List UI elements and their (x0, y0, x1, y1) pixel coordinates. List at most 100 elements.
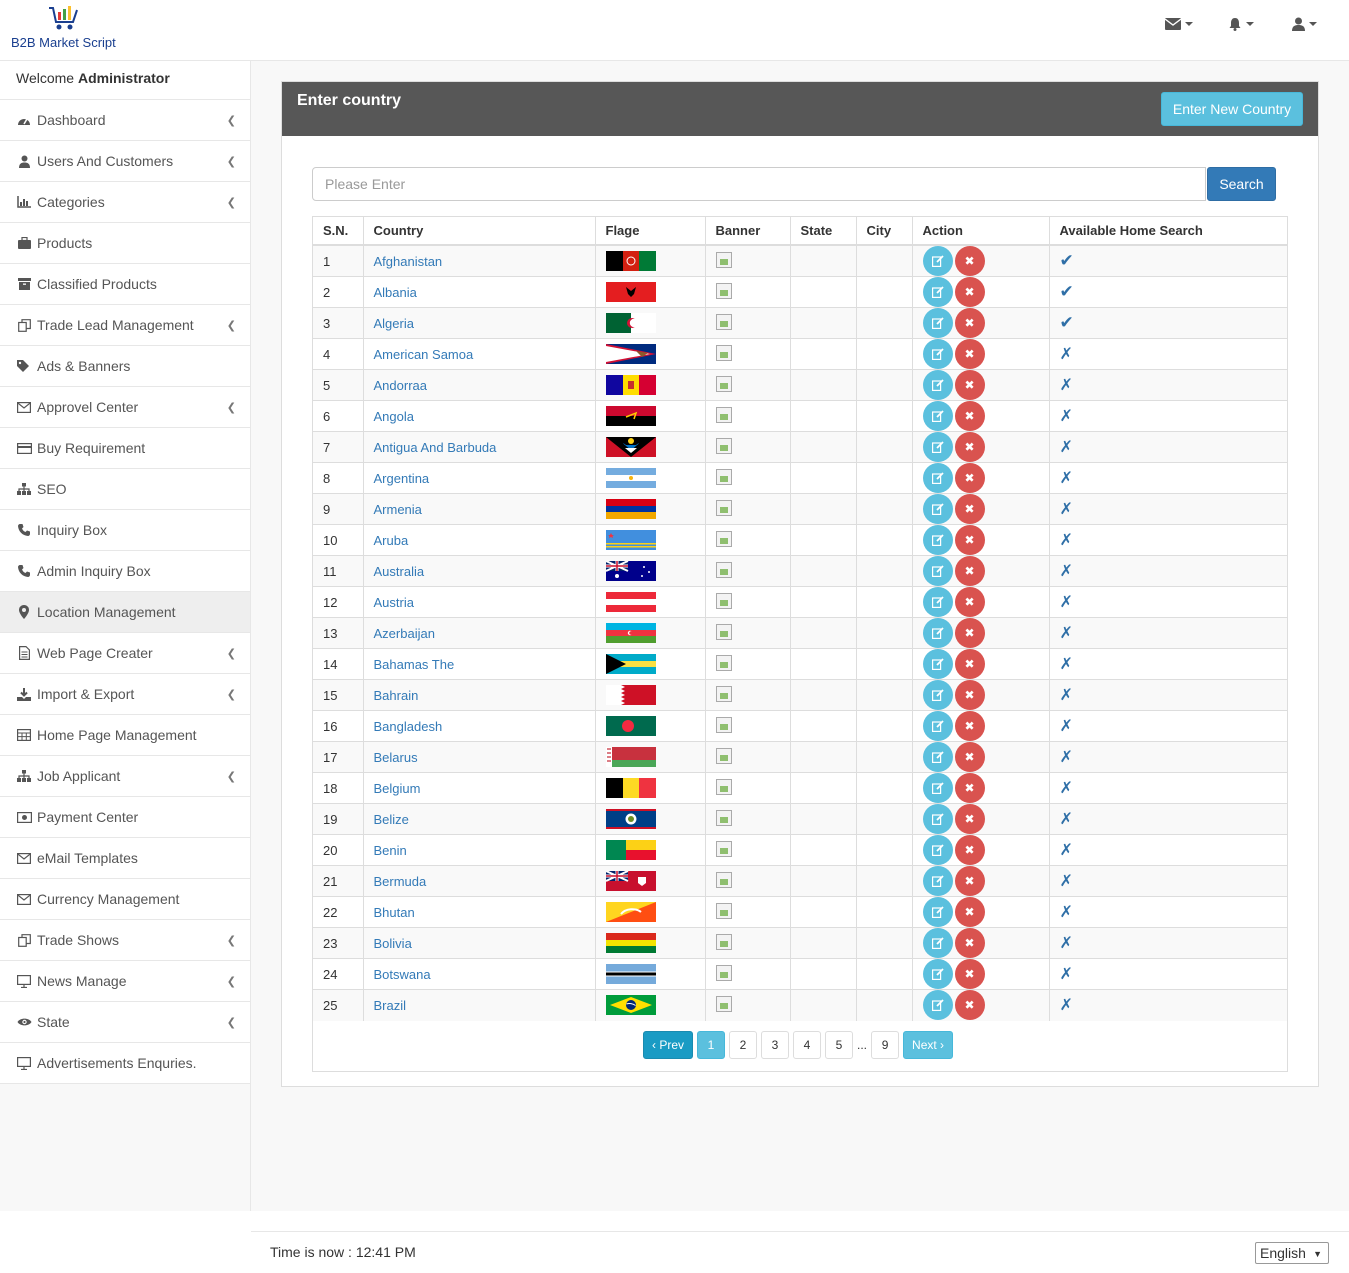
sidebar-item-dashboard[interactable]: Dashboard ❮ (0, 100, 250, 141)
edit-button[interactable] (922, 277, 953, 307)
sidebar-item-currency-management[interactable]: Currency Management (0, 879, 250, 920)
edit-button[interactable] (922, 959, 953, 989)
sidebar-item-location-management[interactable]: Location Management (0, 592, 250, 633)
sidebar-item-categories[interactable]: Categories ❮ (0, 182, 250, 223)
delete-button[interactable]: ✖ (954, 339, 985, 369)
country-link[interactable]: Benin (363, 834, 596, 866)
country-link[interactable]: Belize (363, 803, 596, 835)
delete-button[interactable]: ✖ (954, 556, 985, 586)
country-link[interactable]: Austria (363, 586, 596, 618)
cross-icon[interactable]: ✗ (1060, 749, 1073, 766)
cross-icon[interactable]: ✗ (1060, 935, 1073, 952)
delete-button[interactable]: ✖ (954, 494, 985, 524)
country-link[interactable]: Bolivia (363, 927, 596, 959)
edit-button[interactable] (922, 804, 953, 834)
country-link[interactable]: Bangladesh (363, 710, 596, 742)
country-link[interactable]: Bahrain (363, 679, 596, 711)
edit-button[interactable] (922, 618, 953, 648)
cross-icon[interactable]: ✗ (1060, 780, 1073, 797)
edit-button[interactable] (922, 463, 953, 493)
delete-button[interactable]: ✖ (954, 618, 985, 648)
language-select[interactable]: English ▼ (1255, 1242, 1329, 1264)
edit-button[interactable] (922, 990, 953, 1021)
check-icon[interactable]: ✔ (1060, 282, 1074, 301)
edit-button[interactable] (922, 370, 953, 400)
delete-button[interactable]: ✖ (954, 742, 985, 772)
cross-icon[interactable]: ✗ (1060, 563, 1073, 580)
page-9-button[interactable]: 9 (871, 1031, 900, 1059)
delete-button[interactable]: ✖ (954, 587, 985, 617)
sidebar-item-ads-banners[interactable]: Ads & Banners (0, 346, 250, 387)
country-link[interactable]: Bhutan (363, 896, 596, 928)
search-input[interactable] (312, 167, 1206, 201)
delete-button[interactable]: ✖ (954, 990, 985, 1021)
cross-icon[interactable]: ✗ (1060, 439, 1073, 456)
edit-button[interactable] (922, 246, 953, 276)
sidebar-item-payment-center[interactable]: Payment Center (0, 797, 250, 838)
delete-button[interactable]: ✖ (954, 835, 985, 865)
cross-icon[interactable]: ✗ (1060, 656, 1073, 673)
country-link[interactable]: Bermuda (363, 865, 596, 897)
cross-icon[interactable]: ✗ (1060, 594, 1073, 611)
cross-icon[interactable]: ✗ (1060, 904, 1073, 921)
prev-page-button[interactable]: ‹ Prev (643, 1031, 694, 1059)
country-link[interactable]: Armenia (363, 493, 596, 525)
cross-icon[interactable]: ✗ (1060, 377, 1073, 394)
edit-button[interactable] (922, 432, 953, 462)
delete-button[interactable]: ✖ (954, 804, 985, 834)
sidebar-item-admin-inquiry-box[interactable]: Admin Inquiry Box (0, 551, 250, 592)
edit-button[interactable] (922, 711, 953, 741)
search-button[interactable]: Search (1207, 167, 1276, 201)
cross-icon[interactable]: ✗ (1060, 625, 1073, 642)
country-link[interactable]: Azerbaijan (363, 617, 596, 649)
edit-button[interactable] (922, 556, 953, 586)
cross-icon[interactable]: ✗ (1060, 470, 1073, 487)
country-link[interactable]: Brazil (363, 989, 596, 1021)
cross-icon[interactable]: ✗ (1060, 718, 1073, 735)
delete-button[interactable]: ✖ (954, 773, 985, 803)
edit-button[interactable] (922, 587, 953, 617)
sidebar-item-state[interactable]: State ❮ (0, 1002, 250, 1043)
delete-button[interactable]: ✖ (954, 959, 985, 989)
country-link[interactable]: American Samoa (363, 338, 596, 370)
sidebar-item-email-templates[interactable]: eMail Templates (0, 838, 250, 879)
delete-button[interactable]: ✖ (954, 928, 985, 958)
alerts-dropdown[interactable] (1228, 14, 1254, 34)
sidebar-item-buy-requirement[interactable]: Buy Requirement (0, 428, 250, 469)
country-link[interactable]: Botswana (363, 958, 596, 990)
country-link[interactable]: Algeria (363, 307, 596, 339)
country-link[interactable]: Australia (363, 555, 596, 587)
edit-button[interactable] (922, 649, 953, 679)
country-link[interactable]: Albania (363, 276, 596, 308)
sidebar-item-import-export[interactable]: Import & Export ❮ (0, 674, 250, 715)
sidebar-item-advertisements-enquries[interactable]: Advertisements Enquries. (0, 1043, 250, 1084)
delete-button[interactable]: ✖ (954, 432, 985, 462)
edit-button[interactable] (922, 308, 953, 338)
delete-button[interactable]: ✖ (954, 401, 985, 431)
delete-button[interactable]: ✖ (954, 649, 985, 679)
cross-icon[interactable]: ✗ (1060, 966, 1073, 983)
enter-new-country-button[interactable]: Enter New Country (1161, 92, 1303, 126)
page-2-button[interactable]: 2 (729, 1031, 758, 1059)
country-link[interactable]: Antigua And Barbuda (363, 431, 596, 463)
country-link[interactable]: Andorraa (363, 369, 596, 401)
check-icon[interactable]: ✔ (1060, 313, 1074, 332)
sidebar-item-web-page-creater[interactable]: Web Page Creater ❮ (0, 633, 250, 674)
delete-button[interactable]: ✖ (954, 308, 985, 338)
cross-icon[interactable]: ✗ (1060, 811, 1073, 828)
country-link[interactable]: Angola (363, 400, 596, 432)
sidebar-item-inquiry-box[interactable]: Inquiry Box (0, 510, 250, 551)
edit-button[interactable] (922, 401, 953, 431)
delete-button[interactable]: ✖ (954, 866, 985, 896)
sidebar-item-products[interactable]: Products (0, 223, 250, 264)
sidebar-item-job-applicant[interactable]: Job Applicant ❮ (0, 756, 250, 797)
delete-button[interactable]: ✖ (954, 246, 985, 276)
cross-icon[interactable]: ✗ (1060, 532, 1073, 549)
sidebar-item-trade-shows[interactable]: Trade Shows ❮ (0, 920, 250, 961)
check-icon[interactable]: ✔ (1060, 251, 1074, 270)
country-link[interactable]: Argentina (363, 462, 596, 494)
edit-button[interactable] (922, 835, 953, 865)
page-4-button[interactable]: 4 (793, 1031, 822, 1059)
cross-icon[interactable]: ✗ (1060, 687, 1073, 704)
cross-icon[interactable]: ✗ (1060, 346, 1073, 363)
